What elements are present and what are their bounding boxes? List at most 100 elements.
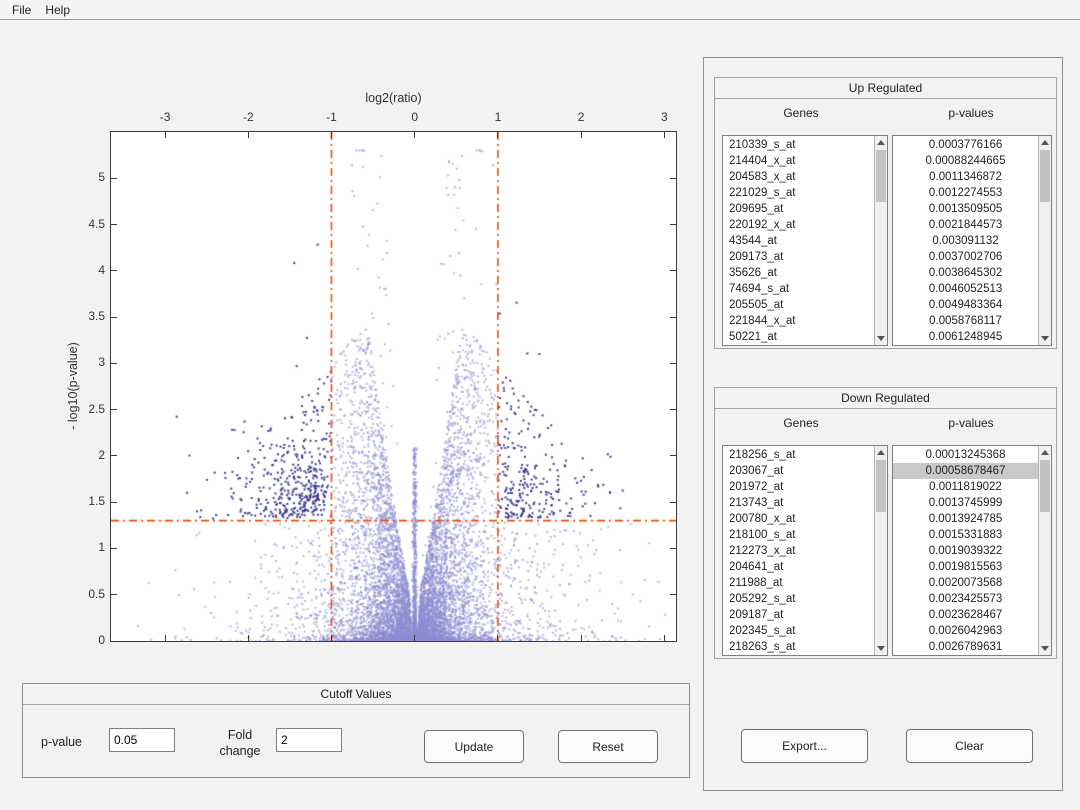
list-item[interactable]: 218263_s_at: [723, 639, 874, 655]
list-item[interactable]: 0.0011819022: [893, 479, 1038, 495]
list-item[interactable]: 35626_at: [723, 265, 874, 281]
list-item[interactable]: 205292_s_at: [723, 591, 874, 607]
scroll-thumb[interactable]: [876, 150, 886, 202]
up-pvalues-scrollbar[interactable]: [1038, 136, 1051, 345]
list-item[interactable]: 0.0026042963: [893, 623, 1038, 639]
menu-help[interactable]: Help: [39, 2, 76, 18]
list-item[interactable]: 0.0026789631: [893, 639, 1038, 655]
list-item[interactable]: 209173_at: [723, 249, 874, 265]
x-tick-mark: [248, 132, 249, 138]
x-tick-label: -3: [148, 110, 182, 124]
scroll-thumb[interactable]: [1040, 150, 1050, 202]
list-item[interactable]: 204583_x_at: [723, 169, 874, 185]
y-tick-label: 2.5: [63, 402, 105, 416]
list-item[interactable]: 0.0046052513: [893, 281, 1038, 297]
scroll-up-icon[interactable]: [1039, 136, 1051, 149]
list-item[interactable]: 0.0037002706: [893, 249, 1038, 265]
list-item[interactable]: 209187_at: [723, 607, 874, 623]
list-item[interactable]: 0.0003776166: [893, 137, 1038, 153]
list-item[interactable]: 0.0023425573: [893, 591, 1038, 607]
reset-button[interactable]: Reset: [558, 730, 658, 763]
list-item[interactable]: 221029_s_at: [723, 185, 874, 201]
x-tick-label: 1: [481, 110, 515, 124]
list-item[interactable]: 214404_x_at: [723, 153, 874, 169]
x-tick-label: -2: [231, 110, 265, 124]
list-item[interactable]: 209695_at: [723, 201, 874, 217]
list-item[interactable]: 0.00058678467: [893, 463, 1038, 479]
menu-file[interactable]: File: [6, 2, 37, 18]
scroll-down-icon[interactable]: [1039, 332, 1051, 345]
list-item[interactable]: 74694_s_at: [723, 281, 874, 297]
up-genes-list[interactable]: 210339_s_at214404_x_at204583_x_at221029_…: [722, 135, 888, 346]
list-item[interactable]: 212273_x_at: [723, 543, 874, 559]
volcano-plot-canvas[interactable]: [111, 132, 676, 641]
x-tick-label: 2: [564, 110, 598, 124]
list-item[interactable]: 0.0011346872: [893, 169, 1038, 185]
scroll-down-icon[interactable]: [1039, 642, 1051, 655]
list-item[interactable]: 50221_at: [723, 329, 874, 345]
clear-button[interactable]: Clear: [906, 729, 1033, 763]
scroll-up-icon[interactable]: [1039, 446, 1051, 459]
list-item[interactable]: 0.0012274553: [893, 185, 1038, 201]
list-item[interactable]: 0.0023628467: [893, 607, 1038, 623]
pvalue-input[interactable]: [109, 728, 175, 752]
down-genes-list[interactable]: 218256_s_at203067_at201972_at213743_at20…: [722, 445, 888, 656]
down-pvalues-scrollbar[interactable]: [1038, 446, 1051, 655]
list-item[interactable]: 0.0015331883: [893, 527, 1038, 543]
list-item[interactable]: 211988_at: [723, 575, 874, 591]
list-item[interactable]: 0.00088244665: [893, 153, 1038, 169]
x-tick-mark: [248, 635, 249, 641]
y-tick-mark: [670, 641, 676, 642]
up-genes-header: Genes: [715, 106, 887, 120]
update-button[interactable]: Update: [424, 730, 524, 763]
scroll-down-icon[interactable]: [875, 642, 887, 655]
list-item[interactable]: 210339_s_at: [723, 137, 874, 153]
scroll-up-icon[interactable]: [875, 136, 887, 149]
list-item[interactable]: 0.0058768117: [893, 313, 1038, 329]
up-pvalues-list[interactable]: 0.00037761660.000882446650.00113468720.0…: [892, 135, 1052, 346]
x-tick-mark: [165, 635, 166, 641]
scroll-down-icon[interactable]: [875, 332, 887, 345]
fold-change-input[interactable]: [276, 728, 342, 752]
scroll-thumb[interactable]: [1040, 460, 1050, 512]
list-item[interactable]: 220192_x_at: [723, 217, 874, 233]
export-button[interactable]: Export...: [741, 729, 868, 763]
x-tick-label: -1: [315, 110, 349, 124]
cutoff-values-panel: Cutoff Values p-value Fold change Update…: [22, 683, 690, 778]
up-genes-scrollbar[interactable]: [874, 136, 887, 345]
list-item[interactable]: 43544_at: [723, 233, 874, 249]
list-item[interactable]: 0.0061248945: [893, 329, 1038, 345]
list-item[interactable]: 218256_s_at: [723, 447, 874, 463]
list-item[interactable]: 0.0013509505: [893, 201, 1038, 217]
list-item[interactable]: 218100_s_at: [723, 527, 874, 543]
list-item[interactable]: 0.0049483364: [893, 297, 1038, 313]
y-tick-mark: [670, 270, 676, 271]
list-item[interactable]: 204641_at: [723, 559, 874, 575]
list-item[interactable]: 200780_x_at: [723, 511, 874, 527]
list-item[interactable]: 213743_at: [723, 495, 874, 511]
x-tick-mark: [581, 132, 582, 138]
list-item[interactable]: 0.0038645302: [893, 265, 1038, 281]
list-item[interactable]: 0.0021844573: [893, 217, 1038, 233]
list-item[interactable]: 0.0020073568: [893, 575, 1038, 591]
list-item[interactable]: 0.0013745999: [893, 495, 1038, 511]
list-item[interactable]: 202345_s_at: [723, 623, 874, 639]
down-pvalues-list[interactable]: 0.000132453680.000586784670.00118190220.…: [892, 445, 1052, 656]
x-tick-mark: [331, 132, 332, 138]
list-item[interactable]: 201972_at: [723, 479, 874, 495]
list-item[interactable]: 0.003091132: [893, 233, 1038, 249]
down-genes-scrollbar[interactable]: [874, 446, 887, 655]
list-item[interactable]: 203067_at: [723, 463, 874, 479]
y-tick-mark: [670, 409, 676, 410]
list-item[interactable]: 0.0013924785: [893, 511, 1038, 527]
list-item[interactable]: 205505_at: [723, 297, 874, 313]
y-tick-label: 4: [63, 263, 105, 277]
y-tick-mark: [670, 178, 676, 179]
list-item[interactable]: 0.00013245368: [893, 447, 1038, 463]
list-item[interactable]: 0.0019815563: [893, 559, 1038, 575]
scroll-thumb[interactable]: [876, 460, 886, 512]
fold-change-label: Fold change: [211, 727, 269, 760]
list-item[interactable]: 0.0019039322: [893, 543, 1038, 559]
list-item[interactable]: 221844_x_at: [723, 313, 874, 329]
scroll-up-icon[interactable]: [875, 446, 887, 459]
